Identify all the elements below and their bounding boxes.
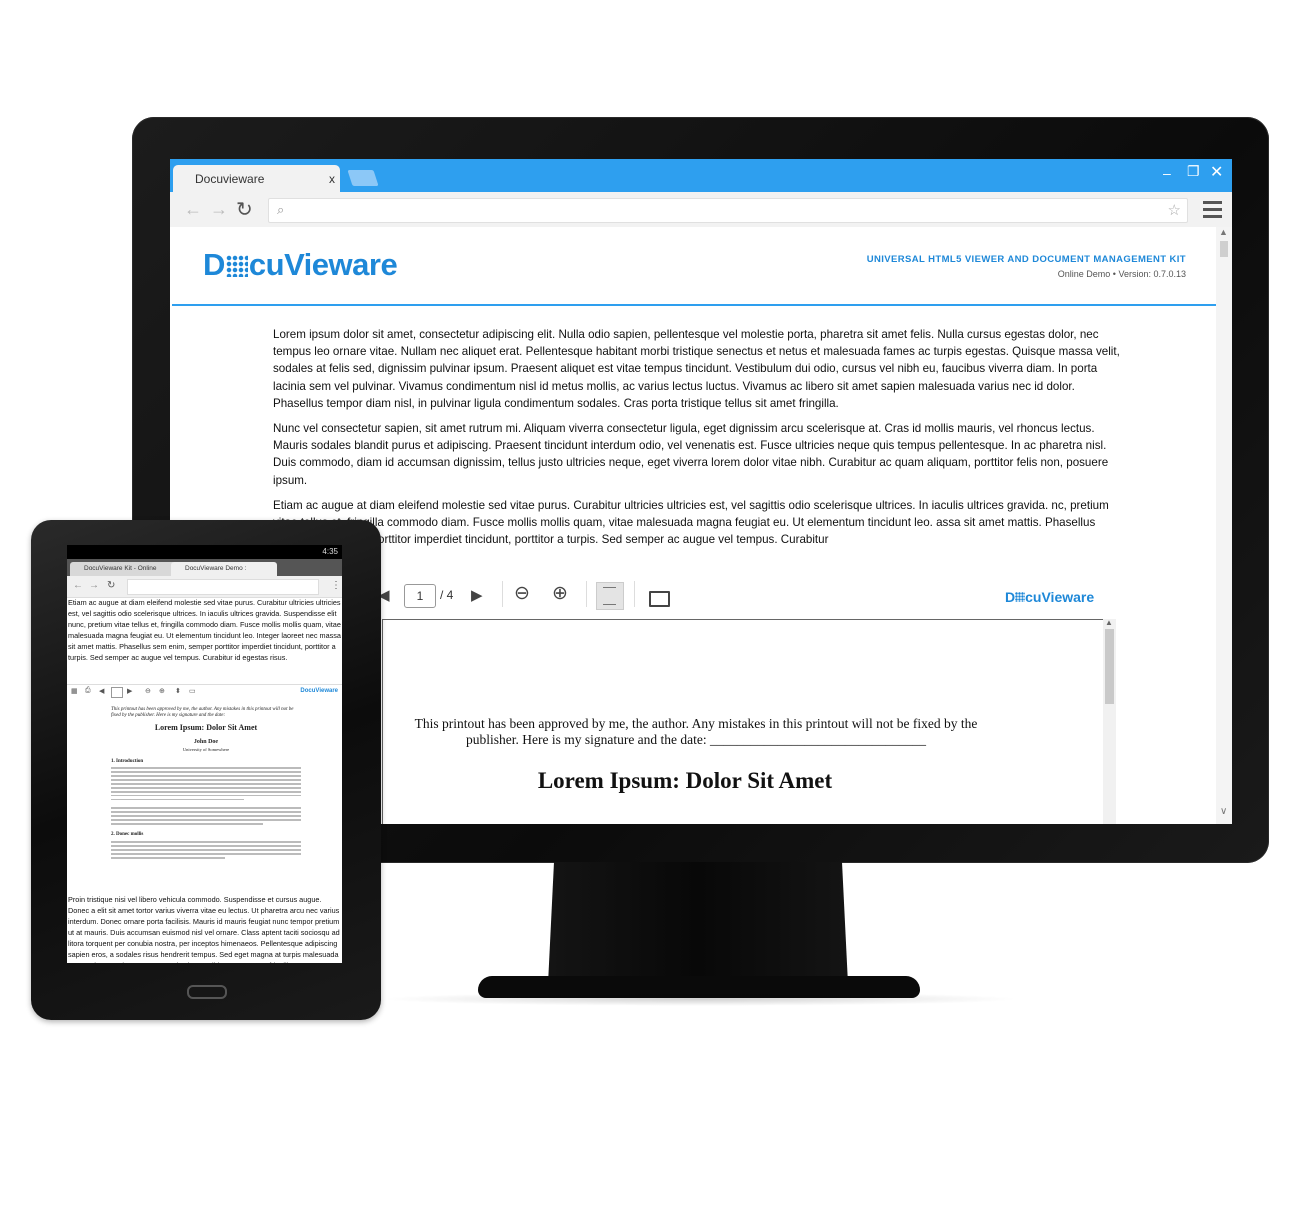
previous-page-icon[interactable]: ◀ [99, 687, 104, 695]
fit-width-icon [603, 587, 616, 605]
section-heading: 2. Donec mollis [111, 832, 144, 837]
scrollbar-thumb[interactable] [1220, 241, 1228, 257]
back-icon[interactable]: ← [184, 199, 202, 220]
document-affiliation: University of Somewhere [182, 747, 230, 752]
print-icon[interactable]: ⎙ [85, 687, 91, 695]
page-number-input[interactable]: 1 [404, 584, 436, 608]
header-tagline: UNIVERSAL HTML5 VIEWER AND DOCUMENT MANA… [866, 254, 1186, 265]
document-body-lines [111, 767, 301, 803]
thumbnails-icon[interactable]: ▦ [71, 687, 78, 695]
page-text: Lorem ipsum dolor sit amet, consectetur … [273, 326, 1120, 556]
section-heading: 1. Introduction [111, 759, 144, 764]
browser-toolbar: ← → ↻ ⌕ ☆ [170, 192, 1232, 227]
header-divider [172, 304, 1216, 306]
logo-dots-icon [225, 255, 248, 277]
scroll-up-icon[interactable]: ▲ [1219, 227, 1228, 237]
page-number-input[interactable] [111, 687, 123, 698]
viewer-logo: DcuVieware [1005, 589, 1095, 605]
zoom-in-icon[interactable]: ⊕ [552, 582, 568, 605]
tablet-address-bar[interactable] [127, 579, 319, 595]
zoom-out-icon[interactable]: ⊖ [514, 582, 530, 605]
tablet-home-button[interactable] [187, 985, 227, 999]
forward-icon[interactable]: → [210, 199, 228, 220]
tablet-viewer-toolbar: ▦ ⎙ ◀ ▶ ⊖ ⊕ ⬍ ▭ DocuVieware [67, 684, 342, 702]
scroll-down-icon[interactable]: ∨ [1220, 806, 1227, 817]
paragraph: Lorem ipsum dolor sit amet, consectetur … [273, 328, 1120, 410]
logo-dots-icon [1015, 592, 1026, 602]
bookmark-star-icon[interactable]: ☆ [1168, 201, 1181, 219]
toolbar-separator [586, 581, 587, 607]
fit-width-icon[interactable]: ⬍ [175, 687, 181, 695]
tablet-tab-bar: DocuVieware Kit - Online DocuVieware Dem… [67, 559, 342, 576]
document-approval-note: This printout has been approved by me, t… [414, 716, 978, 747]
paragraph: Nunc vel consectetur sapien, sit amet ru… [273, 422, 1109, 487]
viewer-logo: DocuVieware [300, 688, 338, 694]
fullscreen-icon[interactable]: ▭ [189, 687, 196, 695]
tablet-tab[interactable]: DocuVieware Kit - Online [70, 562, 176, 576]
document-approval-note: This printout has been approved by me, t… [111, 707, 294, 718]
address-bar[interactable]: ⌕ ☆ [268, 198, 1188, 223]
zoom-out-icon[interactable]: ⊖ [145, 687, 151, 695]
scroll-up-icon[interactable]: ▲ [1105, 618, 1113, 627]
scrollbar-thumb[interactable] [1105, 629, 1114, 704]
browser-tab-title: Docuvieware [195, 172, 265, 186]
toolbar-separator [502, 581, 503, 607]
document-body-lines [111, 841, 301, 861]
page-scrollbar[interactable]: ▲ [1216, 227, 1232, 824]
monitor-shadow [380, 992, 1020, 1006]
tablet-status-bar: 4:35 [67, 545, 342, 559]
tablet-device: 4:35 DocuVieware Kit - Online DocuViewar… [31, 520, 381, 1020]
paragraph: Etiam ac augue at diam eleifend molestie… [273, 498, 1109, 547]
browser-tab[interactable]: Docuvieware x [173, 165, 340, 192]
back-icon[interactable]: ← [73, 580, 83, 591]
monitor-stand-neck [548, 862, 848, 984]
toolbar-separator [634, 581, 635, 607]
document-author: John Doe [193, 739, 219, 745]
tab-close-icon[interactable]: x [329, 172, 335, 186]
tablet-tab-active[interactable]: DocuVieware Demo : [171, 562, 277, 576]
tablet-document-viewport[interactable]: This printout has been approved by me, t… [67, 701, 342, 896]
header-version: Online Demo • Version: 0.7.0.13 [1057, 269, 1186, 279]
document-body-lines [111, 807, 301, 827]
document-title: Lorem Ipsum: Dolor Sit Amet [154, 723, 258, 732]
close-window-icon[interactable]: ✕ [1210, 162, 1223, 182]
minimize-icon[interactable]: ‒ [1163, 165, 1171, 181]
docuvieware-logo: DcuVieware [203, 247, 398, 282]
restore-icon[interactable]: ❐ [1187, 163, 1200, 180]
reload-icon[interactable]: ↻ [236, 197, 253, 222]
next-page-icon[interactable]: ▶ [127, 687, 132, 695]
fit-width-button[interactable] [596, 582, 624, 610]
browser-menu-icon[interactable] [1203, 201, 1222, 222]
fullscreen-icon[interactable] [649, 591, 670, 607]
tablet-screen: 4:35 DocuVieware Kit - Online DocuViewar… [67, 545, 342, 963]
browser-tab-bar: Docuvieware x ‒ ❐ ✕ [170, 159, 1232, 192]
next-page-icon[interactable]: ▶ [471, 586, 483, 604]
zoom-in-icon[interactable]: ⊕ [159, 687, 165, 695]
tablet-page-text: Proin tristique nisi vel libero vehicula… [68, 895, 340, 963]
document-title: Lorem Ipsum: Dolor Sit Amet [537, 768, 833, 793]
page-total: / 4 [440, 588, 454, 602]
overflow-menu-icon[interactable]: ⋮ [331, 580, 341, 591]
document-scrollbar[interactable]: ▲ [1103, 618, 1116, 824]
status-time: 4:35 [322, 547, 338, 556]
tablet-page-text: Etiam ac augue at diam eleifend molestie… [68, 598, 341, 662]
tablet-browser-toolbar: ← → ↻ ⋮ [67, 576, 342, 598]
reload-icon[interactable]: ↻ [107, 580, 115, 591]
new-tab-button[interactable] [347, 170, 379, 186]
search-icon: ⌕ [277, 202, 285, 217]
forward-icon[interactable]: → [89, 580, 99, 591]
